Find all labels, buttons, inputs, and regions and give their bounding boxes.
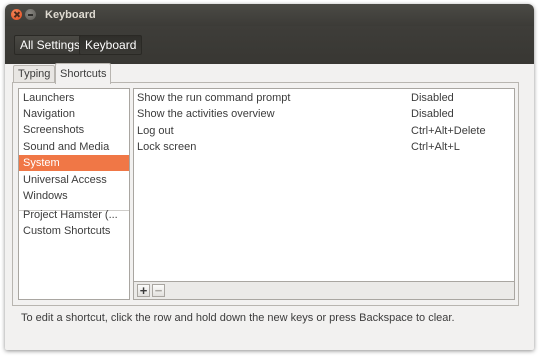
shortcut-action: Lock screen (137, 141, 197, 153)
minimize-icon[interactable] (25, 9, 36, 20)
tab-shortcuts[interactable]: Shortcuts (55, 63, 112, 84)
category-project-hamster[interactable]: Project Hamster (... (19, 207, 129, 223)
category-screenshots[interactable]: Screenshots (19, 122, 129, 138)
toolbar: All Settings Keyboard (5, 26, 534, 64)
add-shortcut-button[interactable]: + (137, 284, 150, 297)
title-bar: Keyboard (5, 4, 534, 26)
shortcut-row[interactable]: Show the activities overview Disabled (134, 106, 514, 122)
shortcut-action: Show the run command prompt (137, 92, 291, 104)
shortcut-accel: Disabled (411, 108, 454, 120)
category-navigation[interactable]: Navigation (19, 106, 129, 122)
shortcut-row[interactable]: Lock screen Ctrl+Alt+L (134, 139, 514, 155)
tab-typing[interactable]: Typing (13, 65, 56, 83)
all-settings-button[interactable]: All Settings (14, 35, 87, 55)
shortcut-accel: Ctrl+Alt+Delete (411, 125, 486, 137)
shortcut-list: Show the run command prompt Disabled Sho… (133, 88, 515, 282)
category-custom-shortcuts[interactable]: Custom Shortcuts (19, 223, 129, 239)
close-icon[interactable] (11, 9, 22, 20)
category-sound-and-media[interactable]: Sound and Media (19, 139, 129, 155)
remove-shortcut-button[interactable]: − (152, 284, 165, 297)
category-launchers[interactable]: Launchers (19, 90, 129, 106)
shortcut-accel: Disabled (411, 92, 454, 104)
shortcut-edit-toolbar: + − (133, 282, 515, 300)
window-title: Keyboard (45, 9, 96, 21)
shortcut-row[interactable]: Show the run command prompt Disabled (134, 90, 514, 106)
category-universal-access[interactable]: Universal Access (19, 172, 129, 188)
shortcut-accel: Ctrl+Alt+L (411, 141, 460, 153)
breadcrumb-keyboard-button[interactable]: Keyboard (79, 35, 143, 55)
shortcut-action: Show the activities overview (137, 108, 275, 120)
shortcut-action: Log out (137, 125, 174, 137)
category-list: Launchers Navigation Screenshots Sound a… (18, 88, 130, 300)
category-windows[interactable]: Windows (19, 188, 129, 204)
category-system[interactable]: System (19, 155, 129, 171)
shortcuts-panel: Launchers Navigation Screenshots Sound a… (12, 82, 519, 306)
help-text: To edit a shortcut, click the row and ho… (21, 312, 455, 324)
shortcut-row[interactable]: Log out Ctrl+Alt+Delete (134, 123, 514, 139)
